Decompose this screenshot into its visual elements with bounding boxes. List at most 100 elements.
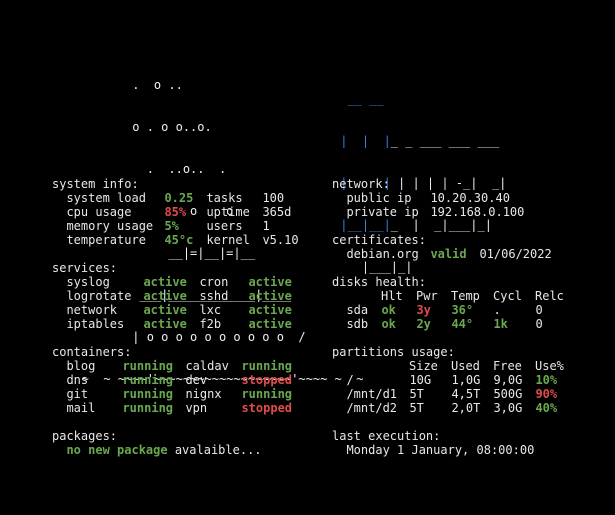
packages-status: no new package avalaible...	[52, 443, 261, 457]
container-name: caldav	[185, 359, 229, 373]
disk-reallocated: 0	[535, 303, 543, 317]
container-row: mail running vpn stopped	[52, 401, 292, 415]
container-status: running	[241, 387, 293, 401]
section-heading: last execution:	[332, 429, 441, 443]
ascii-ship-line: . ..o.. .	[60, 162, 227, 176]
disk-health: ok	[381, 317, 396, 331]
label: users	[206, 219, 243, 233]
value: 85%	[164, 205, 187, 219]
section-heading: certificates:	[332, 233, 426, 247]
partition-used: 1,0G	[451, 373, 481, 387]
service-status: active	[143, 317, 187, 331]
certificates-section: certificates: debian.org valid 01/06/2022	[332, 233, 552, 261]
logo-part: | | |	[333, 134, 391, 148]
packages-highlight: no new package	[66, 443, 168, 457]
disk-health: ok	[381, 303, 396, 317]
column-header: Relc	[535, 289, 564, 303]
value: 5%	[164, 219, 179, 233]
container-row: git running nignx running	[52, 387, 292, 401]
service-row: network active lxc active	[52, 303, 292, 317]
column-header: Hlt	[381, 289, 403, 303]
disk-cycles: .	[493, 303, 501, 317]
label: temperature	[66, 233, 146, 247]
logo-part: |___|_|	[333, 260, 413, 274]
partition-free: 9,0G	[493, 373, 523, 387]
service-name: syslog	[66, 275, 110, 289]
service-status: active	[143, 275, 187, 289]
section-heading: services:	[52, 261, 118, 275]
column-header: Used	[451, 359, 480, 373]
partition-size: 5T	[409, 387, 424, 401]
disks-health-section: disks health: Hlt Pwr Temp Cycl Relc sda ok 3y…	[332, 275, 564, 331]
service-name: iptables	[66, 317, 125, 331]
partitions-section: partitions usage: Size Used Free Use% / 10G 1…	[332, 345, 564, 415]
service-name: lxc	[199, 303, 222, 317]
container-name: dns	[66, 373, 89, 387]
partition-mount: /	[346, 373, 354, 387]
container-status: stopped	[241, 401, 293, 415]
partition-size: 10G	[409, 373, 432, 387]
certificate-row: debian.org valid 01/06/2022	[332, 247, 551, 261]
disk-temp: 36°	[451, 303, 474, 317]
column-header: Free	[493, 359, 522, 373]
service-status: active	[248, 303, 292, 317]
cert-status: valid	[430, 247, 467, 261]
column-header: Use%	[535, 359, 564, 373]
container-status: running	[122, 387, 174, 401]
container-name: blog	[66, 359, 96, 373]
column-header: Pwr	[416, 289, 438, 303]
system-info-row: memory usage 5% users 1	[52, 219, 299, 233]
service-name: logrotate	[66, 289, 132, 303]
partition-used: 4,5T	[451, 387, 481, 401]
disk-cycles: 1k	[493, 317, 508, 331]
partitions-header-row: Size Used Free Use%	[332, 359, 564, 373]
logo-part: |__|__|	[333, 218, 391, 232]
container-name: nignx	[185, 387, 222, 401]
label: tasks	[206, 191, 243, 205]
section-heading: containers:	[52, 345, 132, 359]
disk-row: sdb ok 2y 44° 1k 0	[332, 317, 564, 331]
section-heading: system info:	[52, 177, 139, 191]
last-execution-row: Monday 1 January, 08:00:00	[332, 443, 534, 457]
service-status: active	[143, 303, 187, 317]
service-status: active	[248, 317, 292, 331]
terminal-window: . o .. o . o o..o. . ..o.. . o o __|=|__…	[0, 0, 615, 515]
ascii-ship-line: __|=|__|=|__	[60, 246, 256, 260]
value: 192.168.0.100	[430, 205, 525, 219]
service-name: f2b	[199, 317, 222, 331]
last-execution-section: last execution: Monday 1 January, 08:00:…	[332, 429, 534, 457]
value: 0.25	[164, 191, 194, 205]
services-section: services: syslog active cron active logrota…	[52, 261, 292, 331]
label: kernel	[206, 233, 250, 247]
partition-used: 2,0T	[451, 401, 481, 415]
value: v5.10	[262, 233, 299, 247]
section-heading: packages:	[52, 429, 118, 443]
ascii-ship-line: | o o o o o o o o o o /	[60, 330, 306, 344]
service-status: active	[248, 275, 292, 289]
last-execution-value: Monday 1 January, 08:00:00	[346, 443, 535, 457]
ascii-ship-line: o . o o..o.	[60, 120, 212, 134]
value: 365d	[262, 205, 292, 219]
system-info-row: system load 0.25 tasks 100	[52, 191, 299, 205]
section-heading: disks health:	[332, 275, 426, 289]
container-status: running	[122, 359, 174, 373]
value: 45°c	[164, 233, 194, 247]
partition-row: / 10G 1,0G 9,0G 10%	[332, 373, 564, 387]
service-row: iptables active f2b active	[52, 317, 292, 331]
partition-mount: /mnt/d1	[346, 387, 398, 401]
ascii-ship-line: . o ..	[60, 78, 183, 92]
container-row: blog running caldav running	[52, 359, 292, 373]
system-info-row: cpu usage 85% uptime 365d	[52, 205, 299, 219]
container-name: dev	[185, 373, 208, 387]
partition-size: 5T	[409, 401, 424, 415]
cert-domain: debian.org	[346, 247, 419, 261]
disk-name: sda	[346, 303, 369, 317]
column-header: Cycl	[493, 289, 522, 303]
column-header: Temp	[451, 289, 480, 303]
disks-header-row: Hlt Pwr Temp Cycl Relc	[332, 289, 564, 303]
container-name: git	[66, 387, 89, 401]
label: public ip	[346, 191, 412, 205]
service-name: network	[66, 303, 118, 317]
service-status: active	[248, 289, 292, 303]
disk-power: 2y	[416, 317, 431, 331]
